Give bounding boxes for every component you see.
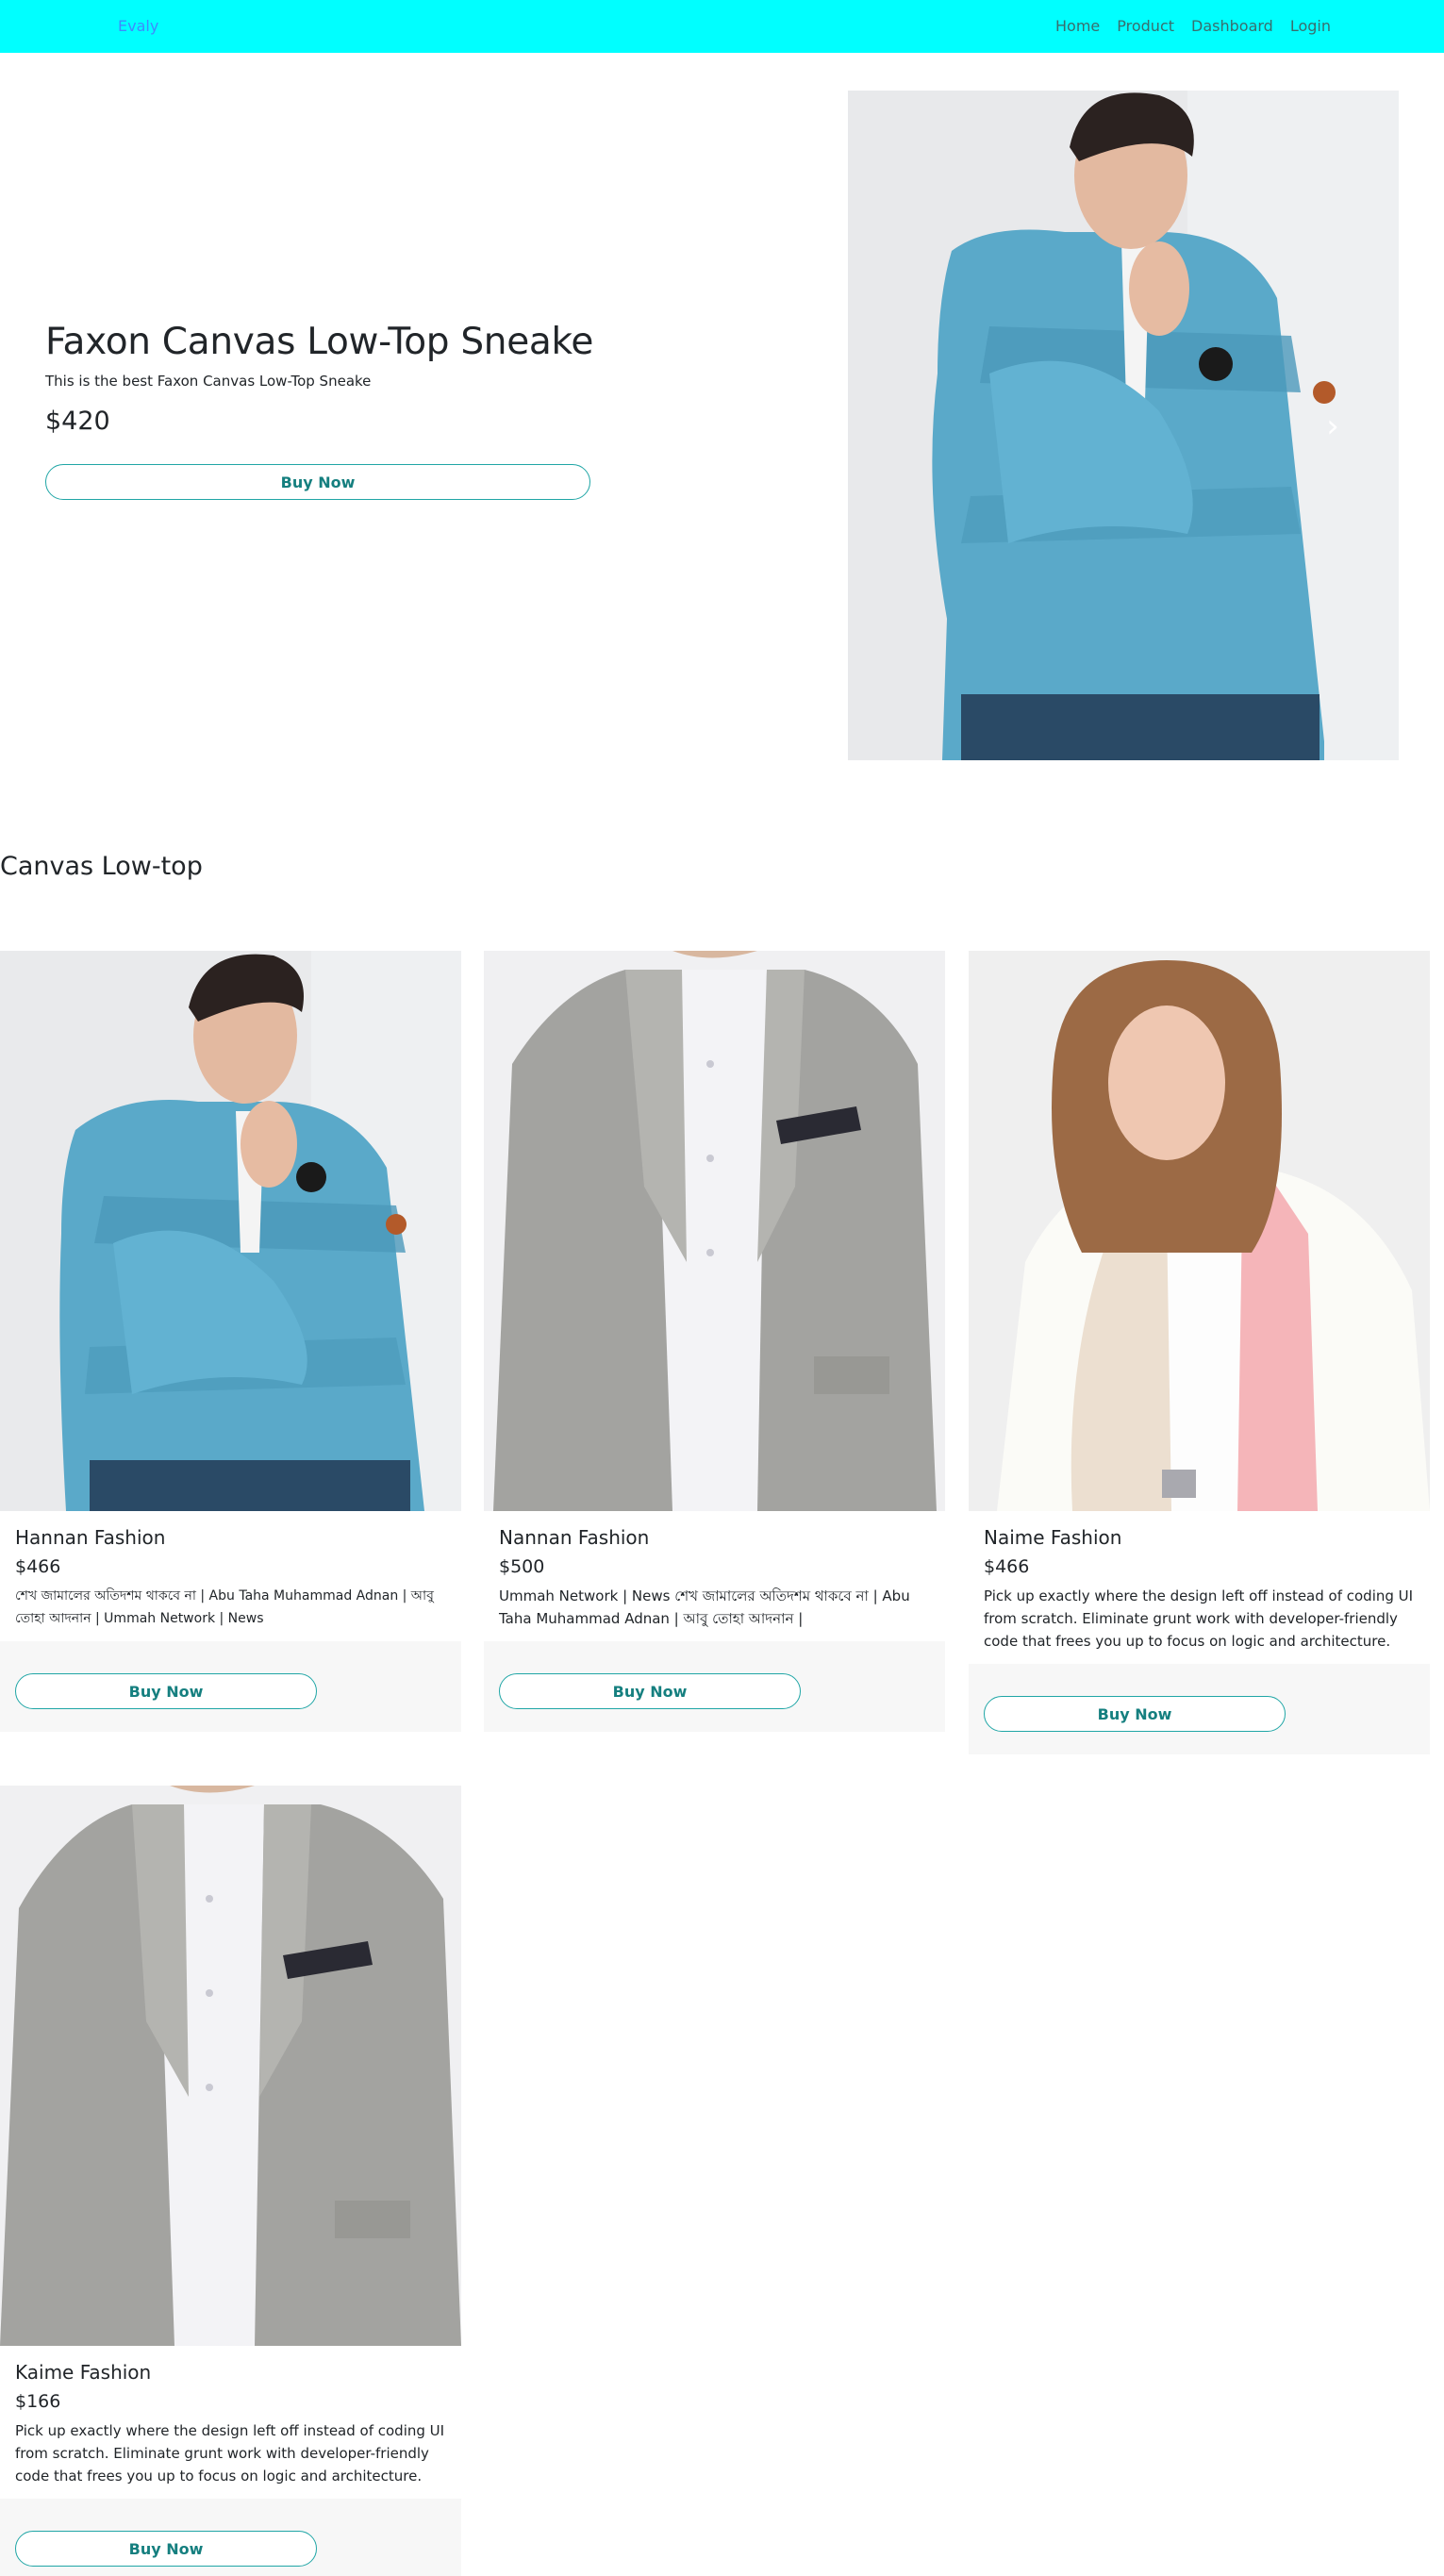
product-image-grey-blazer bbox=[0, 1786, 461, 2346]
buy-now-button[interactable]: Buy Now bbox=[984, 1696, 1286, 1732]
card-footer: Buy Now bbox=[0, 1641, 461, 1732]
product-card: Hannan Fashion $466 শেখ জামালের অতিদশম থ… bbox=[0, 951, 461, 1732]
denim-jacket-man-photo bbox=[848, 91, 1399, 760]
nav-home-link[interactable]: Home bbox=[1055, 17, 1100, 35]
card-footer: Buy Now bbox=[969, 1664, 1430, 1754]
card-title: Hannan Fashion bbox=[15, 1526, 166, 1549]
card-description: Pick up exactly where the design left of… bbox=[15, 2422, 445, 2485]
card-description: শেখ জামালের অতিদশম থাকবে না | Abu Taha M… bbox=[15, 1588, 434, 1626]
card-body: Nannan Fashion $500 Ummah Network | News… bbox=[484, 1511, 945, 1641]
card-price: $466 bbox=[984, 1556, 1030, 1577]
navbar: Evaly Home Product Dashboard Login bbox=[0, 0, 1444, 53]
product-card: Naime Fashion $466 Pick up exactly where… bbox=[969, 951, 1430, 1754]
hero-price: $420 bbox=[45, 407, 110, 436]
card-description: Pick up exactly where the design left of… bbox=[984, 1587, 1414, 1650]
card-body: Naime Fashion $466 Pick up exactly where… bbox=[969, 1511, 1430, 1664]
hero-buy-now-button[interactable]: Buy Now bbox=[45, 464, 590, 500]
section-title: Canvas Low-top bbox=[0, 852, 203, 881]
card-title: Naime Fashion bbox=[984, 1526, 1122, 1549]
card-title: Kaime Fashion bbox=[15, 2361, 152, 2384]
card-price: $166 bbox=[15, 2391, 61, 2412]
buy-now-button[interactable]: Buy Now bbox=[15, 1673, 317, 1709]
card-footer: Buy Now bbox=[484, 1641, 945, 1732]
card-body: Hannan Fashion $466 শেখ জামালের অতিদশম থ… bbox=[0, 1511, 461, 1641]
nav-login-link[interactable]: Login bbox=[1290, 17, 1331, 35]
card-title: Nannan Fashion bbox=[499, 1526, 650, 1549]
chevron-right-icon[interactable]: › bbox=[1320, 407, 1345, 445]
brand-link[interactable]: Evaly bbox=[118, 17, 158, 35]
hero-title: Faxon Canvas Low-Top Sneake bbox=[45, 321, 594, 363]
hero-product-image bbox=[848, 91, 1399, 760]
card-description: Ummah Network | News শেখ জামালের অতিদশম … bbox=[499, 1587, 910, 1627]
nav-product-link[interactable]: Product bbox=[1117, 17, 1174, 35]
card-price: $466 bbox=[15, 1556, 61, 1577]
product-image-woman-pink-jacket bbox=[969, 951, 1430, 1511]
product-image-grey-blazer bbox=[484, 951, 945, 1511]
product-card: Kaime Fashion $166 Pick up exactly where… bbox=[0, 1786, 461, 2576]
product-image-denim-jacket bbox=[0, 951, 461, 1511]
hero-text: Faxon Canvas Low-Top Sneake This is the … bbox=[45, 321, 594, 500]
card-footer: Buy Now bbox=[0, 2499, 461, 2576]
card-body: Kaime Fashion $166 Pick up exactly where… bbox=[0, 2346, 461, 2499]
hero-description: This is the best Faxon Canvas Low-Top Sn… bbox=[45, 373, 372, 390]
card-price: $500 bbox=[499, 1556, 545, 1577]
nav-dashboard-link[interactable]: Dashboard bbox=[1191, 17, 1273, 35]
nav-links: Home Product Dashboard Login bbox=[1055, 17, 1331, 35]
product-card: Nannan Fashion $500 Ummah Network | News… bbox=[484, 951, 945, 1732]
buy-now-button[interactable]: Buy Now bbox=[15, 2531, 317, 2567]
buy-now-button[interactable]: Buy Now bbox=[499, 1673, 801, 1709]
